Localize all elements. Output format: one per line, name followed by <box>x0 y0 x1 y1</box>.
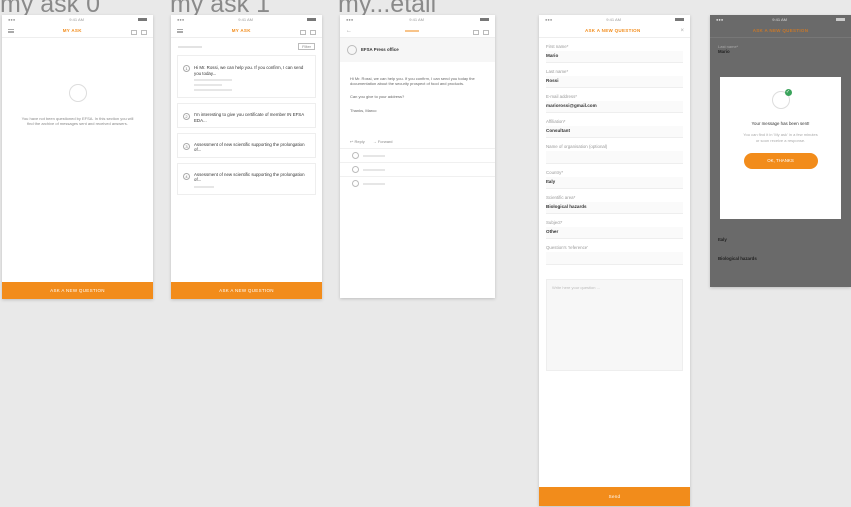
affiliation-select[interactable]: Consultant <box>546 126 683 138</box>
nav-bar: MY ASK <box>2 24 153 38</box>
menu-icon[interactable] <box>177 28 183 33</box>
avatar <box>347 45 357 55</box>
nav-bar: ASK A NEW QUESTION <box>710 24 851 38</box>
organisation-field[interactable] <box>546 151 683 164</box>
item-badge: 1 <box>183 65 190 73</box>
close-icon[interactable]: × <box>680 28 684 34</box>
subject-select[interactable]: Other <box>546 227 683 239</box>
attachment-row[interactable] <box>340 162 495 176</box>
archive-icon[interactable] <box>130 29 137 35</box>
nav-title-line <box>405 29 420 32</box>
empty-state-icon <box>68 84 87 102</box>
screen-my-ask-detail: ●●● 9:41 AM ← EFSA Press office Hi Mr. Ro… <box>340 15 495 298</box>
status-bar: ●●● 9:41 AM <box>539 15 690 24</box>
page-title: MY ASK <box>231 28 251 33</box>
field-label: Scientific area* <box>546 195 576 200</box>
message-question: Can you give to your address? <box>350 94 405 100</box>
field-label: Name of organisation (optional) <box>546 144 608 149</box>
field-label: First name* <box>546 44 569 49</box>
first-name-field[interactable]: Mario <box>546 51 683 63</box>
empty-state-text: You have not been questioned by EFSA. In… <box>21 116 134 127</box>
screen-my-ask-list: ●●● 9:41 AM MY ASK Filter 1 Hi Mr. Rossi,… <box>171 15 322 299</box>
bg-field-value: Mario <box>718 49 730 55</box>
menu-icon[interactable] <box>8 28 14 33</box>
nav-bar: ← <box>340 24 495 38</box>
email-field[interactable]: mariorossi@gmail.com <box>546 101 683 113</box>
archive-icon[interactable] <box>299 29 306 35</box>
screen-message-sent: ●●● 9:41 AM ASK A NEW QUESTION Last name*… <box>710 15 851 287</box>
page-title: ASK A NEW QUESTION <box>752 28 809 33</box>
list-header-line <box>178 45 202 48</box>
filter-button[interactable]: Filter <box>298 43 315 51</box>
dialog-text: You can find it in 'My ask' in a few min… <box>743 132 818 143</box>
sender-name: EFSA Press office <box>361 47 399 53</box>
screen-my-ask-empty: ●●● 9:41 AM MY ASK You have not been ques… <box>2 15 153 299</box>
list-item[interactable]: 4 Assessment of new scientific supportin… <box>177 162 316 195</box>
field-label: Country* <box>546 170 564 175</box>
sender-header: EFSA Press office <box>340 38 495 62</box>
back-arrow-icon[interactable]: ← <box>346 28 352 34</box>
nav-bar: MY ASK <box>171 24 322 38</box>
last-name-field[interactable]: Rossi <box>546 76 683 88</box>
reference-field[interactable] <box>546 252 683 265</box>
list-item[interactable]: 2 I'm interesting to give you certificat… <box>177 103 316 129</box>
search-icon[interactable] <box>140 29 147 35</box>
field-label: Question's 'reference' <box>546 245 589 250</box>
bg-area-value: Biological hazards <box>718 256 757 262</box>
send-button[interactable]: Send <box>539 487 690 506</box>
page-title: ASK A NEW QUESTION <box>584 28 641 33</box>
forward-label: Forward <box>377 138 393 144</box>
search-icon[interactable] <box>309 29 316 35</box>
item-text: Hi Mr. Rossi, we can help you. If you co… <box>194 65 304 76</box>
list-item[interactable]: 1 Hi Mr. Rossi, we can help you. If you … <box>177 55 316 99</box>
reply-label: Reply <box>354 138 365 144</box>
message-signature: Thanks, Marco <box>350 107 377 113</box>
ok-thanks-button[interactable]: OK, THANKS <box>743 152 818 169</box>
ask-new-question-button[interactable]: ASK A NEW QUESTION <box>2 282 153 299</box>
field-label: Subject* <box>546 220 563 225</box>
item-badge: 4 <box>183 172 190 180</box>
background-form: Last name* Mario <box>710 38 851 61</box>
nav-bar: ASK A NEW QUESTION × <box>539 24 690 38</box>
question-textarea[interactable]: Write here your question ... <box>546 279 683 371</box>
item-badge: 2 <box>183 113 190 121</box>
confirmation-dialog: ✓ Your message has been sent! You can fi… <box>720 77 841 219</box>
page-title: MY ASK <box>62 28 82 33</box>
background-form-lower: Italy Biological hazards <box>718 237 757 262</box>
item-text: I'm interesting to give you certificate … <box>194 112 304 123</box>
item-text: Assessment of new scientific supporting … <box>194 142 305 153</box>
bg-country-value: Italy <box>718 237 727 242</box>
check-icon: ✓ <box>784 89 792 96</box>
delete-icon[interactable] <box>482 29 489 35</box>
status-bar: ●●● 9:41 AM <box>710 15 851 24</box>
sent-icon: ✓ <box>771 89 792 109</box>
message-body: Hi Mr. Rossi, we can help you. If you co… <box>350 76 475 87</box>
list-item[interactable]: 3 Assessment of new scientific supportin… <box>177 133 316 158</box>
dialog-title: Your message has been sent! <box>751 121 810 126</box>
scientific-area-select[interactable]: Biological hazards <box>546 202 683 214</box>
forward-button[interactable]: → Forward <box>373 139 393 144</box>
screen-ask-new-question: ●●● 9:41 AM ASK A NEW QUESTION × First na… <box>539 15 690 506</box>
message-actions: ↩ Reply → Forward <box>350 139 485 144</box>
item-badge: 3 <box>183 143 190 151</box>
field-label: Last name* <box>546 69 569 74</box>
item-text: Assessment of new scientific supporting … <box>194 171 305 183</box>
field-label: Affiliation* <box>546 119 566 124</box>
field-label: E-mail address* <box>546 94 577 99</box>
reply-button[interactable]: ↩ Reply <box>350 139 365 144</box>
ask-new-question-button[interactable]: ASK A NEW QUESTION <box>171 282 322 299</box>
archive-icon[interactable] <box>472 29 479 35</box>
country-select[interactable]: Italy <box>546 177 683 189</box>
attachment-row[interactable] <box>340 148 495 162</box>
attachment-row[interactable] <box>340 176 495 190</box>
textarea-hint: Write here your question ... <box>552 285 600 290</box>
